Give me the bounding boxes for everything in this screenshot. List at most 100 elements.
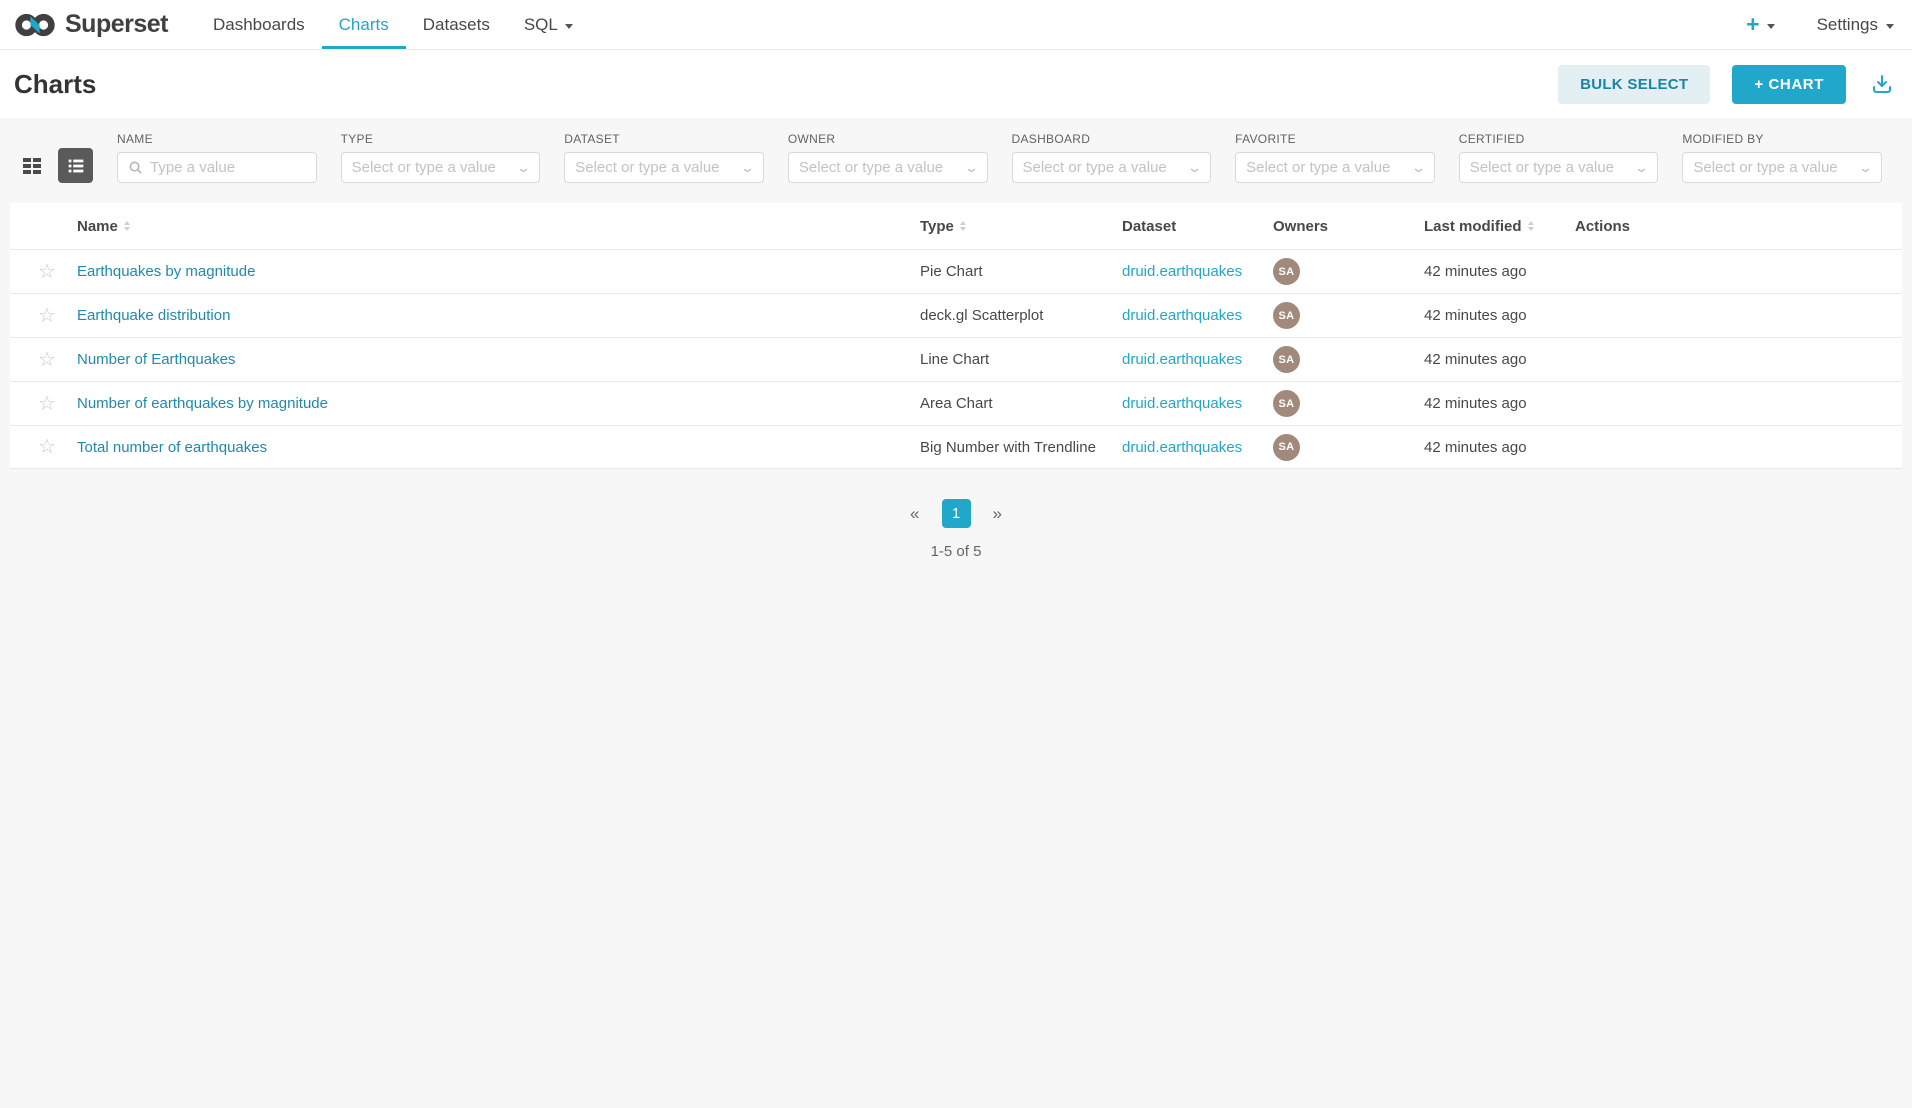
dataset-link[interactable]: druid.earthquakes [1122, 351, 1242, 368]
pagination: « 1 » [0, 499, 1912, 528]
chart-type: Big Number with Trendline [920, 439, 1122, 456]
filter-dashboard: DASHBOARD Select or type a value ⌄ [1012, 132, 1212, 183]
last-modified: 42 minutes ago [1424, 351, 1575, 368]
settings-menu[interactable]: Settings [1817, 15, 1894, 35]
chart-type: Area Chart [920, 395, 1122, 412]
chart-name-link[interactable]: Number of Earthquakes [77, 351, 235, 368]
dataset-filter-select[interactable]: Select or type a value ⌄ [564, 152, 764, 183]
nav-datasets[interactable]: Datasets [406, 0, 507, 49]
chevron-down-icon: ⌄ [516, 160, 531, 176]
dataset-link[interactable]: druid.earthquakes [1122, 439, 1242, 456]
caret-down-icon [565, 24, 573, 29]
list-view-toggle[interactable] [58, 148, 93, 183]
last-modified: 42 minutes ago [1424, 395, 1575, 412]
bulk-select-button[interactable]: BULK SELECT [1558, 65, 1710, 104]
chevron-down-icon: ⌄ [963, 160, 978, 176]
table-row[interactable]: ☆ Number of earthquakes by magnitude Are… [10, 381, 1902, 425]
last-modified: 42 minutes ago [1424, 263, 1575, 280]
owner-avatar[interactable]: SA [1273, 390, 1300, 417]
prev-page-button[interactable]: « [902, 500, 927, 528]
caret-down-icon [1886, 24, 1894, 29]
col-header-type[interactable]: Type [920, 218, 966, 235]
chart-name-link[interactable]: Total number of earthquakes [77, 439, 267, 456]
dashboard-filter-select[interactable]: Select or type a value ⌄ [1012, 152, 1212, 183]
filter-certified: CERTIFIED Select or type a value ⌄ [1459, 132, 1659, 183]
sort-icon [124, 221, 130, 231]
superset-logo-icon [14, 11, 56, 39]
chevron-down-icon: ⌄ [1634, 160, 1649, 176]
page-header: Charts BULK SELECT + CHART [0, 50, 1912, 118]
card-view-toggle[interactable] [14, 148, 49, 183]
chevron-down-icon: ⌄ [1411, 160, 1426, 176]
owner-avatar[interactable]: SA [1273, 258, 1300, 285]
download-icon [1870, 72, 1894, 96]
favorite-star-icon[interactable]: ☆ [38, 262, 56, 282]
dataset-link[interactable]: druid.earthquakes [1122, 395, 1242, 412]
filter-dataset: DATASET Select or type a value ⌄ [564, 132, 764, 183]
chevron-down-icon: ⌄ [1187, 160, 1202, 176]
nav-charts[interactable]: Charts [322, 0, 406, 49]
navbar: Superset Dashboards Charts Datasets SQL … [0, 0, 1912, 50]
chart-name-link[interactable]: Earthquakes by magnitude [77, 263, 255, 280]
col-header-name[interactable]: Name [77, 218, 130, 235]
filter-bar: NAME Type a value TYPE Select or type a … [0, 118, 1912, 183]
favorite-star-icon[interactable]: ☆ [38, 350, 56, 370]
certified-filter-select[interactable]: Select or type a value ⌄ [1459, 152, 1659, 183]
col-header-dataset: Dataset [1122, 218, 1176, 235]
chevron-down-icon: ⌄ [740, 160, 755, 176]
nav-dashboards[interactable]: Dashboards [196, 0, 322, 49]
chart-name-link[interactable]: Number of earthquakes by magnitude [77, 395, 328, 412]
owner-avatar[interactable]: SA [1273, 346, 1300, 373]
list-icon [65, 155, 87, 177]
type-filter-select[interactable]: Select or type a value ⌄ [341, 152, 541, 183]
filter-name: NAME Type a value [117, 132, 317, 183]
favorite-star-icon[interactable]: ☆ [38, 394, 56, 414]
chart-type: deck.gl Scatterplot [920, 307, 1122, 324]
nav-sql[interactable]: SQL [507, 0, 590, 49]
favorite-star-icon[interactable]: ☆ [38, 306, 56, 326]
name-filter-input[interactable]: Type a value [117, 152, 317, 183]
owner-avatar[interactable]: SA [1273, 434, 1300, 461]
filter-favorite: FAVORITE Select or type a value ⌄ [1235, 132, 1435, 183]
filter-owner: OWNER Select or type a value ⌄ [788, 132, 988, 183]
last-modified: 42 minutes ago [1424, 439, 1575, 456]
chevron-down-icon: ⌄ [1858, 160, 1873, 176]
search-icon [128, 160, 143, 175]
pagination-summary: 1-5 of 5 [0, 543, 1912, 560]
dataset-link[interactable]: druid.earthquakes [1122, 263, 1242, 280]
table-row[interactable]: ☆ Earthquakes by magnitude Pie Chart dru… [10, 249, 1902, 293]
table-row[interactable]: ☆ Number of Earthquakes Line Chart druid… [10, 337, 1902, 381]
add-chart-button[interactable]: + CHART [1732, 65, 1846, 104]
table-row[interactable]: ☆ Earthquake distribution deck.gl Scatte… [10, 293, 1902, 337]
grid-icon [20, 154, 44, 178]
col-header-actions: Actions [1575, 218, 1630, 235]
filter-type: TYPE Select or type a value ⌄ [341, 132, 541, 183]
chart-type: Pie Chart [920, 263, 1122, 280]
table-row[interactable]: ☆ Total number of earthquakes Big Number… [10, 425, 1902, 469]
main-nav: Dashboards Charts Datasets SQL [196, 0, 590, 49]
chart-type: Line Chart [920, 351, 1122, 368]
caret-down-icon [1767, 24, 1775, 29]
table-header-row: Name Type Dataset Owners Last modified A… [10, 203, 1902, 249]
new-item-menu[interactable]: + [1746, 13, 1774, 36]
owner-filter-select[interactable]: Select or type a value ⌄ [788, 152, 988, 183]
charts-table: Name Type Dataset Owners Last modified A… [10, 203, 1902, 469]
superset-brand[interactable]: Superset [14, 0, 168, 49]
favorite-star-icon[interactable]: ☆ [38, 437, 56, 457]
col-header-owners: Owners [1273, 218, 1328, 235]
page-1-button[interactable]: 1 [942, 499, 971, 528]
dataset-link[interactable]: druid.earthquakes [1122, 307, 1242, 324]
owner-avatar[interactable]: SA [1273, 302, 1300, 329]
import-charts-button[interactable] [1868, 70, 1896, 98]
page-title: Charts [14, 69, 96, 100]
filter-modified-by: MODIFIED BY Select or type a value ⌄ [1682, 132, 1882, 183]
col-header-last-modified[interactable]: Last modified [1424, 218, 1534, 235]
modified-by-filter-select[interactable]: Select or type a value ⌄ [1682, 152, 1882, 183]
next-page-button[interactable]: » [985, 500, 1010, 528]
favorite-filter-select[interactable]: Select or type a value ⌄ [1235, 152, 1435, 183]
chart-name-link[interactable]: Earthquake distribution [77, 307, 230, 324]
sort-icon [960, 221, 966, 231]
brand-name: Superset [65, 10, 168, 39]
last-modified: 42 minutes ago [1424, 307, 1575, 324]
sort-icon [1528, 221, 1534, 231]
